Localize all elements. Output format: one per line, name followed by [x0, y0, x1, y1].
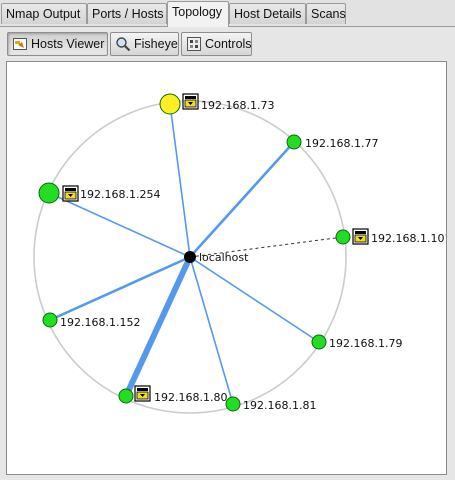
tab-scans[interactable]: Scans: [306, 3, 346, 24]
host-node[interactable]: [159, 93, 181, 115]
fisheye-button[interactable]: Fisheye: [110, 32, 179, 56]
edge-link: [189, 256, 320, 343]
edge-link: [189, 256, 234, 405]
host-node[interactable]: [118, 388, 134, 404]
host-label: 192.168.1.254: [80, 188, 160, 201]
lock-icon: [182, 93, 199, 110]
controls-label: Controls: [205, 37, 252, 51]
lock-icon: [62, 185, 79, 202]
edge-link: [189, 141, 295, 258]
topology-toolbar: Hosts Viewer Fisheye Controls: [0, 27, 455, 60]
host-node[interactable]: [311, 334, 327, 350]
magnifier-icon: [115, 36, 131, 52]
lock-icon: [352, 228, 369, 245]
host-node[interactable]: [286, 134, 302, 150]
localhost-label: localhost: [199, 251, 249, 264]
controls-icon: [186, 36, 202, 52]
fisheye-label: Fisheye: [134, 37, 178, 51]
host-label: 192.168.1.81: [243, 399, 316, 412]
hosts-viewer-label: Hosts Viewer: [31, 37, 105, 51]
host-node[interactable]: [335, 229, 351, 245]
host-label: 192.168.1.80: [154, 391, 227, 404]
tab-bar: Nmap Output Ports / Hosts Topology Host …: [0, 0, 455, 27]
host-label: 192.168.1.101: [371, 232, 446, 245]
localhost-node[interactable]: [184, 251, 196, 263]
tab-topology[interactable]: Topology: [167, 1, 229, 27]
host-label: 192.168.1.77: [305, 137, 378, 150]
host-node[interactable]: [42, 312, 58, 328]
hosts-viewer-button[interactable]: Hosts Viewer: [7, 32, 108, 56]
host-label: 192.168.1.79: [329, 337, 402, 350]
edge-link: [49, 255, 191, 322]
topology-graph[interactable]: localhost 192.168.1.73 192.168.1.77 192.168…: [7, 62, 446, 474]
controls-button[interactable]: Controls: [181, 32, 252, 56]
tab-nmap-output[interactable]: Nmap Output: [1, 3, 87, 24]
hosts-viewer-icon: [12, 36, 28, 52]
tab-ports-hosts[interactable]: Ports / Hosts: [87, 3, 167, 24]
host-node[interactable]: [38, 182, 60, 204]
host-node[interactable]: [225, 396, 241, 412]
edge-link: [48, 192, 191, 258]
tab-host-details[interactable]: Host Details: [229, 3, 306, 24]
topology-canvas[interactable]: localhost 192.168.1.73 192.168.1.77 192.168…: [6, 61, 447, 475]
host-label: 192.168.1.73: [201, 99, 274, 112]
umit-window: Nmap Output Ports / Hosts Topology Host …: [0, 0, 455, 480]
host-label: 192.168.1.152: [60, 316, 140, 329]
edge-link: [169, 103, 191, 258]
lock-icon: [134, 385, 151, 402]
